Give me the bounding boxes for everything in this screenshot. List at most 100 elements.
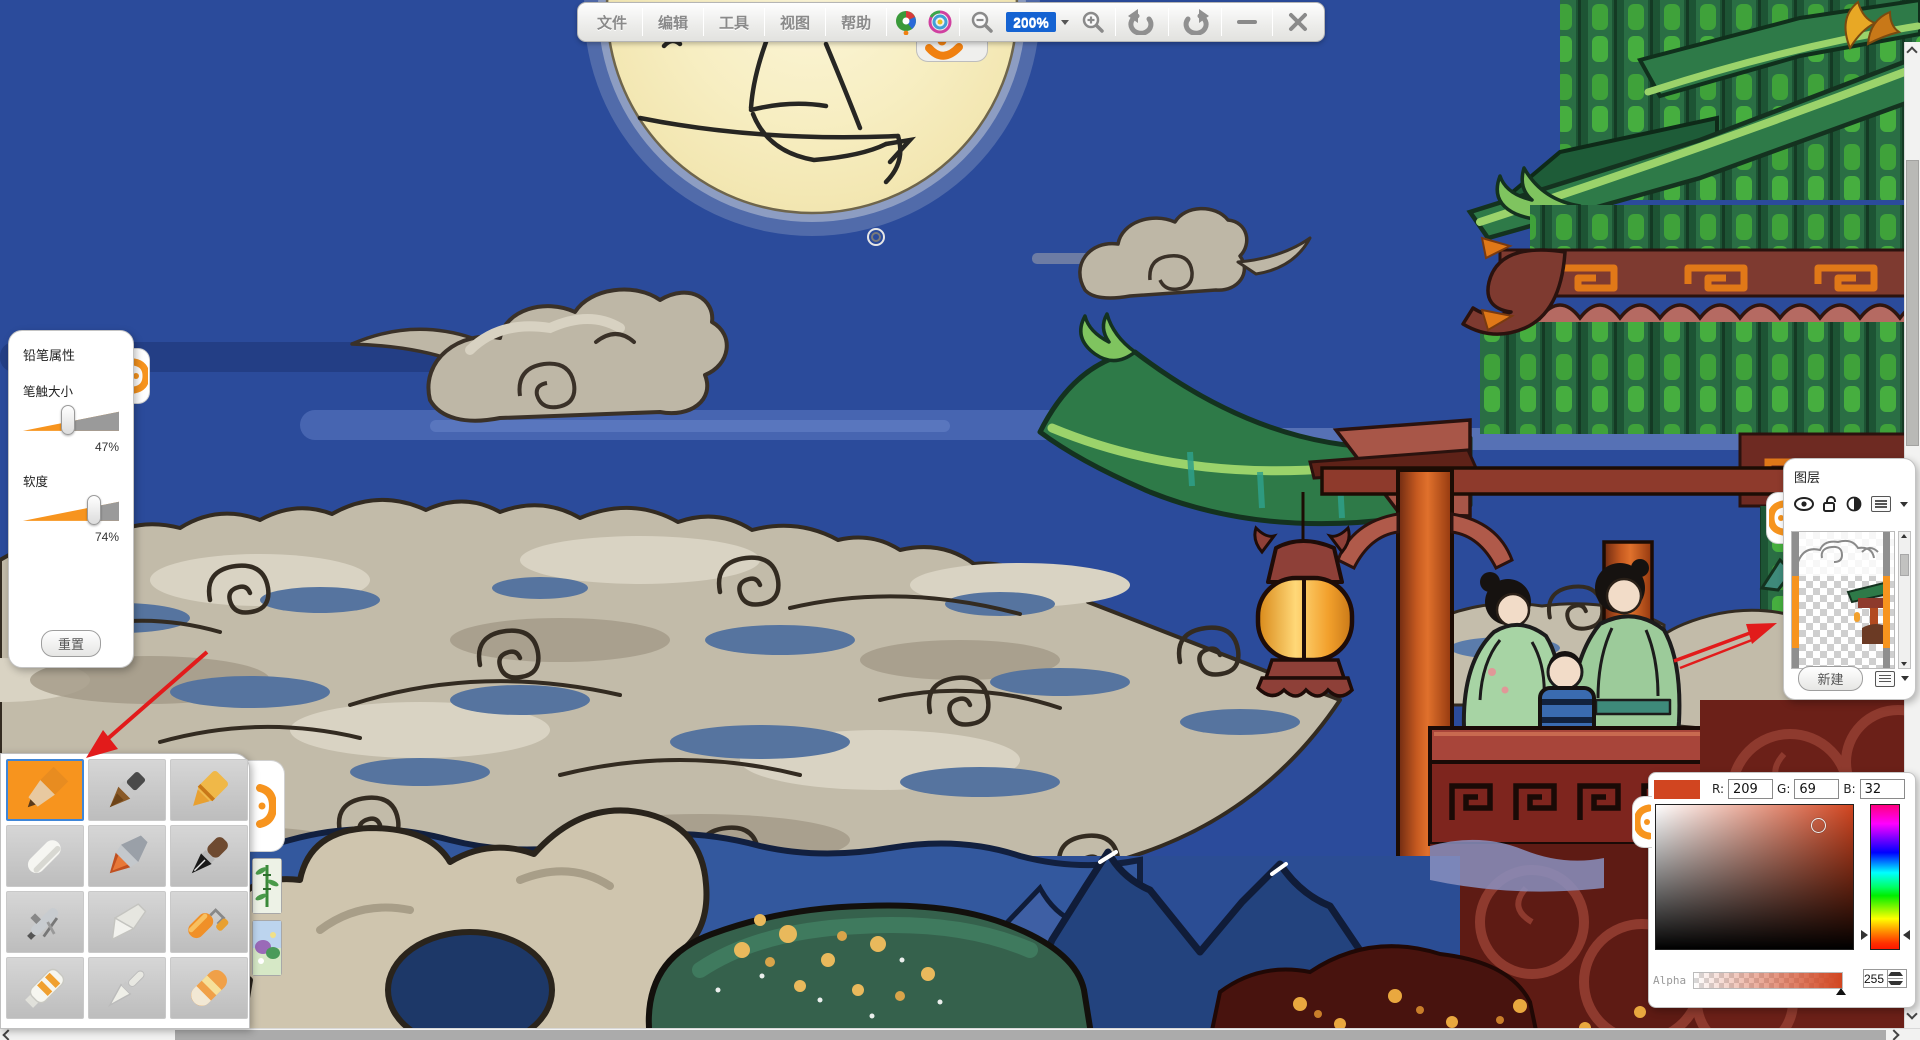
menu-edit[interactable]: 编辑: [645, 5, 701, 39]
pencil-properties-panel: 铅笔属性 笔触大小 47% 软度 74% 重置: [8, 330, 134, 668]
scroll-down-icon[interactable]: [1906, 1008, 1917, 1019]
alpha-value-box[interactable]: 255: [1863, 969, 1907, 988]
tool-ink-pen[interactable]: [170, 825, 248, 887]
layers-panel: 图层: [1783, 458, 1916, 700]
chevron-down-icon[interactable]: [1901, 676, 1909, 681]
tool-pencil[interactable]: [6, 759, 84, 821]
softness-slider-thumb[interactable]: [87, 495, 101, 525]
layer-thumbnail-painting: [1792, 576, 1895, 648]
scrollbar-thumb[interactable]: [1900, 554, 1909, 576]
scroll-up-icon[interactable]: [1906, 46, 1917, 57]
vertical-scrollbar-thumb[interactable]: [1906, 160, 1919, 446]
menu-view[interactable]: 视图: [767, 5, 823, 39]
b-input[interactable]: [1860, 779, 1905, 799]
alpha-slider[interactable]: [1693, 972, 1843, 989]
menu-file[interactable]: 文件: [584, 5, 640, 39]
brush-size-slider[interactable]: [23, 404, 119, 438]
undo-button[interactable]: [1118, 5, 1166, 39]
hue-slider[interactable]: [1870, 804, 1900, 950]
color-cursor[interactable]: [1811, 818, 1826, 833]
tool-airbrush[interactable]: [6, 891, 84, 953]
reset-button[interactable]: 重置: [41, 630, 101, 657]
zoom-out-button[interactable]: [962, 5, 1002, 39]
chevron-down-icon[interactable]: [1061, 20, 1069, 25]
separator: [642, 8, 643, 36]
tool-chalk[interactable]: [6, 825, 84, 887]
mascot-icon-2[interactable]: [923, 5, 957, 39]
b-label: B:: [1843, 782, 1855, 796]
alpha-value: 255: [1864, 972, 1887, 986]
scroll-left-icon[interactable]: [2, 1029, 13, 1040]
layer-list-scrollbar[interactable]: [1898, 531, 1911, 669]
alpha-marker[interactable]: [1836, 988, 1846, 995]
current-color-swatch: [1654, 780, 1700, 799]
softness-value: 74%: [23, 530, 119, 544]
horizontal-scrollbar[interactable]: [0, 1028, 1920, 1040]
blend-contrast-icon[interactable]: [1846, 496, 1862, 512]
softness-slider[interactable]: [23, 494, 119, 528]
new-layer-button[interactable]: 新建: [1798, 666, 1862, 691]
menu-help[interactable]: 帮助: [828, 5, 884, 39]
horizontal-scrollbar-thumb[interactable]: [175, 1030, 1886, 1040]
panel-title: 铅笔属性: [23, 345, 119, 364]
scroll-up-icon[interactable]: [1901, 534, 1907, 538]
tool-paintbrush[interactable]: [88, 825, 166, 887]
separator: [1168, 8, 1169, 36]
menu-tools[interactable]: 工具: [706, 5, 762, 39]
tab-handle-icon: [256, 776, 276, 836]
softness-label: 软度: [23, 471, 119, 490]
spin-up-icon[interactable]: [1888, 970, 1903, 979]
brush-palette: [0, 753, 250, 1029]
mascot-icon-1[interactable]: [889, 5, 923, 39]
tool-eraser-crayon[interactable]: [170, 957, 248, 1019]
tool-paint-tube[interactable]: [6, 957, 84, 1019]
brush-palette-tab[interactable]: [247, 760, 285, 852]
tool-paint-roller[interactable]: [170, 891, 248, 953]
tool-round-brush[interactable]: [88, 957, 166, 1019]
separator: [886, 8, 887, 36]
zoom-value-badge[interactable]: 200%: [1006, 12, 1056, 32]
tab-handle-icon: [1635, 802, 1651, 842]
g-label: G:: [1777, 782, 1790, 796]
app-window: 文件 编辑 工具 视图 帮助 200%: [0, 0, 1920, 1040]
alpha-label: Alpha: [1653, 974, 1693, 987]
visibility-eye-icon[interactable]: [1794, 497, 1814, 511]
separator: [959, 8, 960, 36]
toolbar: 文件 编辑 工具 视图 帮助 200%: [577, 2, 1325, 42]
layers-menu-icon[interactable]: [1875, 671, 1895, 687]
saturation-value-field[interactable]: [1655, 804, 1854, 950]
bamboo-texture-button[interactable]: [252, 858, 282, 914]
brush-size-slider-thumb[interactable]: [61, 405, 75, 435]
brush-size-label: 笔触大小: [23, 381, 119, 400]
tool-brush-pen[interactable]: [88, 759, 166, 821]
layer-thumbnail-sketch: [1792, 532, 1895, 576]
r-input[interactable]: [1728, 779, 1773, 799]
r-label: R:: [1712, 782, 1724, 796]
chevron-down-icon[interactable]: [1900, 502, 1908, 507]
redo-button[interactable]: [1171, 5, 1219, 39]
hue-marker-left[interactable]: [1861, 930, 1868, 940]
zoom-level[interactable]: 200%: [1002, 5, 1073, 39]
layer-list[interactable]: [1791, 531, 1895, 669]
separator: [703, 8, 704, 36]
minimize-button[interactable]: [1224, 5, 1270, 39]
scroll-right-icon[interactable]: [1888, 1029, 1899, 1040]
tool-flat-brush[interactable]: [88, 891, 166, 953]
zoom-in-button[interactable]: [1073, 5, 1113, 39]
close-button[interactable]: [1275, 5, 1321, 39]
separator: [1115, 8, 1116, 36]
spin-down-icon[interactable]: [1888, 979, 1903, 987]
brush-size-value: 47%: [23, 440, 119, 454]
lock-icon[interactable]: [1823, 496, 1837, 512]
separator: [825, 8, 826, 36]
tool-crayon[interactable]: [170, 759, 248, 821]
pattern-texture-button[interactable]: [252, 920, 282, 976]
separator: [764, 8, 765, 36]
drawing-canvas[interactable]: [0, 0, 1920, 1040]
hue-marker-right[interactable]: [1903, 930, 1910, 940]
layer-menu-icon[interactable]: [1871, 496, 1891, 512]
separator: [1221, 8, 1222, 36]
g-input[interactable]: [1794, 779, 1839, 799]
color-panel-tab[interactable]: [1632, 796, 1652, 848]
separator: [1272, 8, 1273, 36]
